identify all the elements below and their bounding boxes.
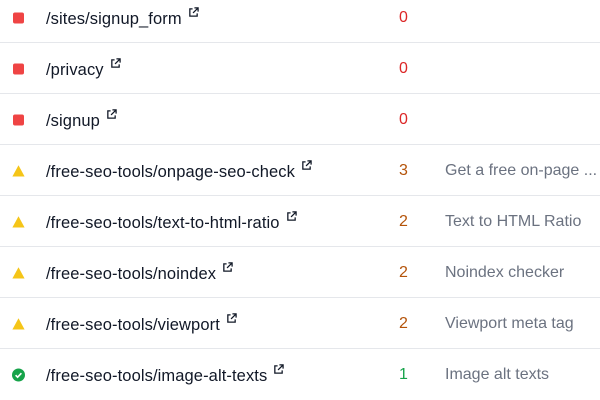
table-row[interactable]: /free-seo-tools/image-alt-texts 1 Image … [0, 350, 600, 400]
warning-status-icon [12, 266, 25, 279]
warning-status-icon [12, 215, 25, 228]
warning-status-icon [12, 317, 25, 330]
external-link-icon[interactable] [188, 6, 199, 18]
issue-count: 3 [399, 161, 408, 179]
issue-count: 0 [399, 110, 408, 128]
table-row[interactable]: /signup 0 [0, 95, 600, 145]
page-path-link[interactable]: /sites/signup_form [46, 6, 199, 29]
page-path-link[interactable]: /free-seo-tools/viewport [46, 312, 237, 335]
issue-count: 0 [399, 8, 408, 26]
page-path-link[interactable]: /free-seo-tools/text-to-html-ratio [46, 210, 297, 233]
table-row[interactable]: /free-seo-tools/viewport 2 Viewport meta… [0, 299, 600, 349]
page-title: Text to HTML Ratio [445, 212, 582, 230]
check-status-icon [12, 368, 25, 382]
table-row[interactable]: /sites/signup_form 0 [0, 0, 600, 43]
warning-status-icon [12, 164, 25, 177]
external-link-icon[interactable] [286, 210, 297, 222]
issue-count: 0 [399, 59, 408, 77]
page-path-link[interactable]: /free-seo-tools/image-alt-texts [46, 364, 285, 386]
error-status-icon [13, 114, 24, 125]
page-title: Noindex checker [445, 263, 565, 281]
external-link-icon[interactable] [106, 108, 117, 120]
table-row[interactable]: /privacy 0 [0, 44, 600, 94]
external-link-icon[interactable] [273, 364, 285, 375]
issue-count: 2 [399, 263, 408, 281]
error-status-icon [13, 12, 24, 23]
page-title: Image alt texts [445, 366, 550, 383]
page-path-link[interactable]: /signup [46, 108, 117, 131]
external-link-icon[interactable] [110, 57, 121, 69]
page-title: Viewport meta tag [445, 314, 574, 332]
external-link-icon[interactable] [222, 261, 233, 273]
external-link-icon[interactable] [226, 312, 237, 324]
issue-count: 2 [399, 212, 408, 230]
table-row[interactable]: /free-seo-tools/noindex 2 Noindex checke… [0, 248, 600, 298]
page-title: Get a free on-page ... [445, 161, 598, 179]
issue-count: 2 [399, 314, 408, 332]
external-link-icon[interactable] [301, 159, 312, 171]
table-row[interactable]: /free-seo-tools/text-to-html-ratio 2 Tex… [0, 197, 600, 247]
page-path-link[interactable]: /free-seo-tools/noindex [46, 261, 233, 284]
page-path-link[interactable]: /privacy [46, 57, 121, 80]
issue-count: 1 [399, 366, 408, 383]
pages-table: /sites/signup_form 0 /privacy 0 /signup … [0, 0, 600, 398]
error-status-icon [13, 63, 24, 74]
table-row[interactable]: /free-seo-tools/onpage-seo-check 3 Get a… [0, 146, 600, 196]
page-path-link[interactable]: /free-seo-tools/onpage-seo-check [46, 159, 312, 182]
